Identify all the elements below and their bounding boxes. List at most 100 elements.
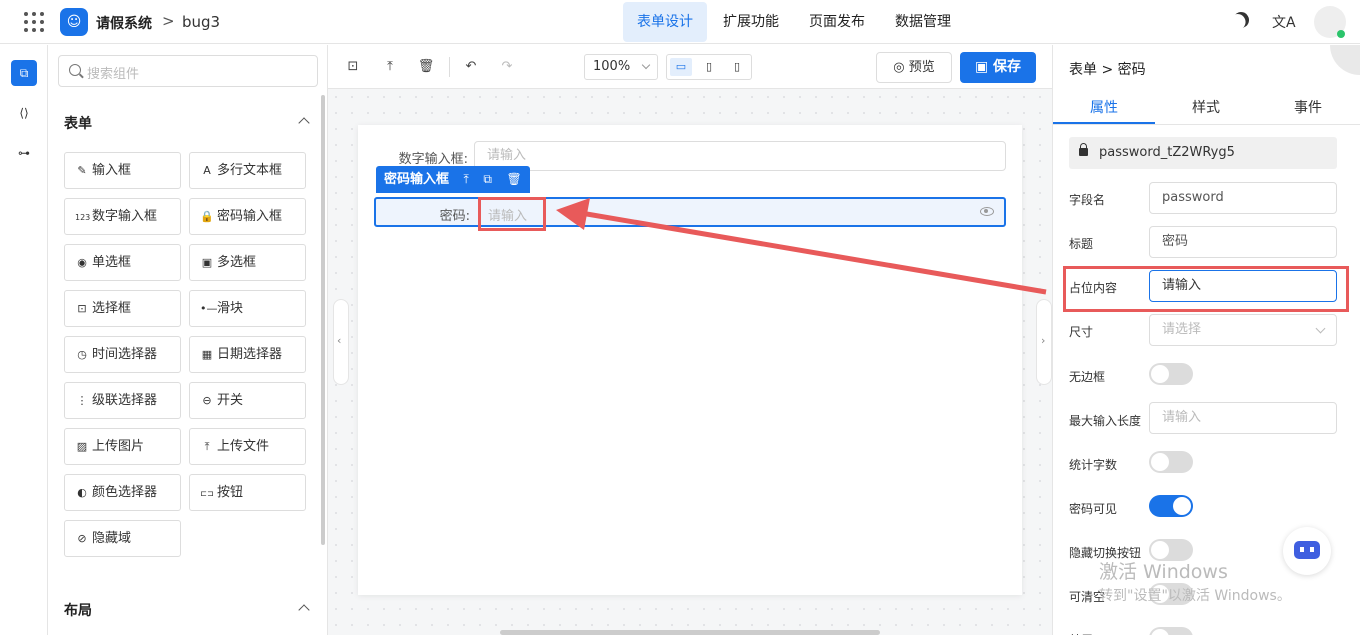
tab-page-publish[interactable]: 页面发布 (795, 2, 879, 42)
no-border-switch[interactable] (1149, 363, 1193, 385)
selected-component-label: 密码输入框 (384, 172, 450, 187)
selected-password-field[interactable]: 密码: 请输入 (374, 197, 1006, 227)
component-item[interactable]: ⋮ 级联选择器 (64, 382, 181, 419)
properties-panel: 表单 > 密码 属性 样式 事件 password_tZ2WRyg5 字段名 p… (1052, 45, 1360, 635)
import-icon[interactable]: ⤒ (381, 58, 399, 76)
preview-label: 预览 (908, 60, 935, 75)
component-item[interactable]: ◉ 单选框 (64, 244, 181, 281)
component-label: 密码输入框 (217, 209, 283, 224)
component-label: 滑块 (217, 301, 244, 316)
tab-form-design[interactable]: 表单设计 (623, 2, 707, 42)
number-input[interactable]: 请输入 (474, 141, 1006, 171)
tab-attributes[interactable]: 属性 (1053, 97, 1155, 117)
component-item[interactable]: 🔒 密码输入框 (189, 198, 306, 235)
title-input[interactable]: 密码 (1149, 226, 1337, 258)
component-icon: ▦ (201, 348, 213, 361)
component-label: 级联选择器 (92, 393, 158, 408)
component-label: 颜色选择器 (92, 485, 158, 500)
password-visible-switch[interactable] (1149, 495, 1193, 517)
component-item[interactable]: ⊖ 开关 (189, 382, 306, 419)
mobile-icon[interactable]: ▯ (726, 58, 748, 76)
left-rail: ⧉ ⟨⟩ ⊶ (0, 45, 48, 635)
component-item[interactable]: ▦ 日期选择器 (189, 336, 306, 373)
field-name-input[interactable]: password (1149, 182, 1337, 214)
undo-icon[interactable]: ↶ (462, 58, 480, 76)
component-item[interactable]: ◐ 颜色选择器 (64, 474, 181, 511)
components-icon[interactable]: ⧉ (11, 60, 37, 86)
component-item[interactable]: ▨ 上传图片 (64, 428, 181, 465)
component-grid: ✎ 输入框 A 多行文本框 123 数字输入框 🔒 密码输入框 ◉ 单选框 ▣ 多选框 ⊡ 选… (64, 152, 310, 557)
expand-corner-icon[interactable] (1330, 45, 1360, 75)
tab-events[interactable]: 事件 (1257, 97, 1359, 117)
language-icon[interactable]: 文A (1272, 12, 1296, 32)
component-item[interactable]: A 多行文本框 (189, 152, 306, 189)
panel-scrollbar[interactable] (321, 95, 325, 545)
design-canvas: ⊡ ⤒ 🗑 ↶ ↷ 100% ▭ ▯ ▯ ◎ 预览 ▣ 保存 ‹ › 数字输入框… (328, 45, 1052, 635)
tab-data-management[interactable]: 数据管理 (881, 2, 965, 42)
dark-mode-icon[interactable] (1230, 9, 1252, 31)
component-icon: ⊏⊐ (200, 489, 214, 498)
component-icon: ⊘ (77, 532, 87, 545)
breadcrumb-separator: > (162, 12, 175, 30)
preview-button[interactable]: ◎ 预览 (876, 52, 952, 83)
online-status-dot (1337, 30, 1345, 38)
form-section-title[interactable]: 表单 (64, 113, 92, 133)
maxlen-input[interactable]: 请输入 (1149, 402, 1337, 434)
desktop-icon[interactable]: ▭ (670, 58, 692, 76)
chevron-up-icon[interactable] (298, 604, 310, 616)
component-item[interactable]: ◷ 时间选择器 (64, 336, 181, 373)
save-icon: ▣ (974, 59, 994, 75)
component-icon: ⋮ (76, 394, 88, 407)
component-icon: ✎ (77, 164, 87, 177)
collapse-right-handle[interactable]: › (1036, 299, 1052, 385)
app-title[interactable]: 请假系统 (96, 13, 152, 33)
tree-icon[interactable]: ⊶ (11, 140, 37, 166)
toolbar-divider (449, 57, 450, 77)
delete-icon[interactable]: 🗑 (417, 58, 435, 76)
property-tabs: 属性 样式 事件 (1053, 89, 1360, 125)
component-icon: ◷ (77, 348, 87, 361)
field-id-value: password_tZ2WRyg5 (1099, 145, 1235, 160)
component-item[interactable]: •—滑块 (189, 290, 306, 327)
zoom-select[interactable]: 100% (584, 54, 658, 80)
component-item[interactable]: ⊘ 隐藏域 (64, 520, 181, 557)
copy-icon[interactable]: ⧉ (483, 166, 492, 193)
chevron-up-icon[interactable] (298, 117, 310, 129)
component-icon: ◐ (77, 486, 87, 499)
maxlen-label: 最大输入长度 (1069, 414, 1142, 428)
canvas-toolbar: ⊡ ⤒ 🗑 ↶ ↷ 100% ▭ ▯ ▯ ◎ 预览 ▣ 保存 (328, 45, 1052, 89)
component-item[interactable]: ⊡ 选择框 (64, 290, 181, 327)
trash-icon[interactable]: 🗑 (507, 166, 522, 193)
redo-icon[interactable]: ↷ (498, 58, 516, 76)
component-label: 多选框 (217, 255, 257, 270)
apps-grid-icon[interactable] (24, 12, 44, 32)
component-label: 单选框 (92, 255, 132, 270)
collapse-left-handle[interactable]: ‹ (333, 299, 349, 385)
device-switcher: ▭ ▯ ▯ (666, 54, 752, 80)
tablet-icon[interactable]: ▯ (698, 58, 720, 76)
chevron-left-icon: ‹ (337, 334, 342, 347)
no-border-label: 无边框 (1069, 370, 1106, 384)
field-label: 数字输入框: (398, 152, 468, 167)
tab-style[interactable]: 样式 (1155, 97, 1257, 117)
tab-extensions[interactable]: 扩展功能 (709, 2, 793, 42)
move-up-icon[interactable]: ⤒ (464, 166, 469, 193)
code-view-icon[interactable]: ⊡ (344, 58, 362, 76)
component-item[interactable]: ▣ 多选框 (189, 244, 306, 281)
canvas-scrollbar[interactable] (500, 630, 880, 635)
layout-section-title[interactable]: 布局 (64, 600, 92, 620)
size-select[interactable]: 请选择 (1149, 314, 1337, 346)
code-icon[interactable]: ⟨⟩ (11, 100, 37, 126)
search-input[interactable]: 搜索组件 (58, 55, 318, 87)
highlight-box (1063, 266, 1349, 312)
component-item[interactable]: ✎ 输入框 (64, 152, 181, 189)
count-switch[interactable] (1149, 451, 1193, 473)
component-item[interactable]: ⤒ 上传文件 (189, 428, 306, 465)
component-label: 隐藏域 (92, 531, 132, 546)
save-button[interactable]: ▣ 保存 (960, 52, 1036, 83)
assistant-bot-icon[interactable] (1283, 527, 1331, 575)
component-item[interactable]: ⊏⊐ 按钮 (189, 474, 306, 511)
component-item[interactable]: 123 数字输入框 (64, 198, 181, 235)
disabled-switch[interactable] (1149, 627, 1193, 635)
eye-icon[interactable] (980, 207, 994, 216)
